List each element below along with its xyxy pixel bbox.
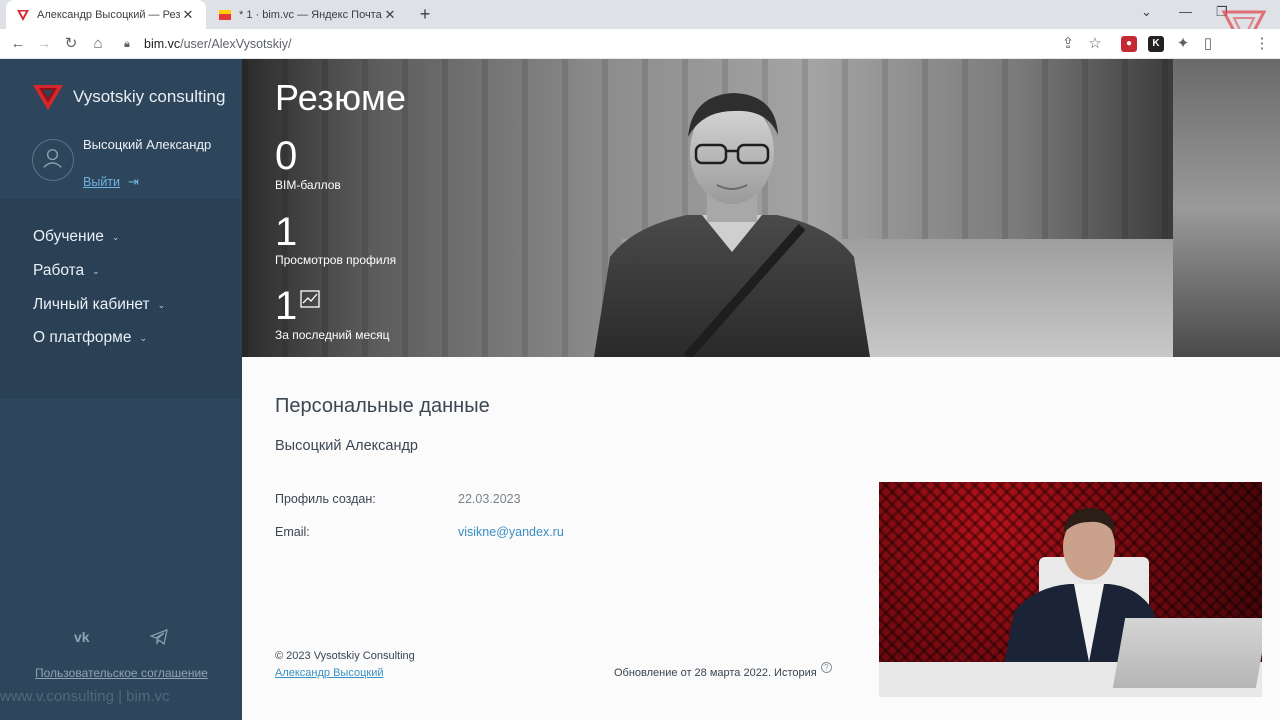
logout-label: Выйти — [83, 175, 121, 189]
menu-item-label: Обучение — [33, 228, 104, 245]
email-link[interactable]: visikne@yandex.ru — [458, 525, 564, 539]
user-name: Высоцкий Александр — [83, 137, 212, 152]
menu-item-work[interactable]: Работа ⌄ — [33, 262, 100, 280]
section-title: Персональные данные — [275, 395, 490, 417]
puzzle-icon[interactable]: ✦ — [1173, 34, 1193, 54]
site-logo-icon — [17, 9, 29, 21]
star-icon[interactable]: ☆ — [1085, 34, 1105, 54]
chevron-down-icon: ⌄ — [157, 299, 166, 310]
telegram-icon[interactable] — [150, 629, 168, 645]
copyright: © 2023 Vysotskiy Consulting — [275, 650, 415, 662]
tab-title: * 1 · bim.vc — Яндекс Почта — [239, 8, 382, 21]
main-menu: Обучение ⌄ Работа ⌄ Личный кабинет ⌄ О п… — [0, 199, 242, 399]
menu-item-label: Личный кабинет — [33, 296, 150, 313]
chevron-down-icon: ⌄ — [139, 332, 147, 343]
update-info: Обновление от 28 марта 2022. История ? — [614, 661, 832, 679]
laptop — [1112, 618, 1262, 688]
stat-month-views-label: За последний месяц — [275, 328, 390, 342]
home-icon[interactable]: ⌂ — [88, 34, 108, 54]
browser-tab-mail[interactable]: * 1 · bim.vc — Яндекс Почта ✕ — [208, 0, 408, 29]
tab-search-icon[interactable]: ⌄ — [1141, 4, 1152, 20]
profile-created-label: Профиль создан: — [275, 492, 376, 506]
stat-profile-views-value: 1 — [275, 210, 298, 254]
webcam-overlay — [879, 482, 1262, 697]
side-panel-icon[interactable]: ▯ — [1198, 34, 1218, 54]
logout-link[interactable]: Выйти ⇥ — [83, 174, 139, 190]
minimize-icon[interactable]: — — [1179, 4, 1192, 19]
address-bar[interactable]: 🔒︎ bim.vc/user/AlexVysotskiy/ — [124, 32, 1124, 56]
chevron-down-icon: ⌄ — [111, 231, 120, 242]
brand[interactable]: Vysotskiy consulting — [32, 83, 225, 111]
mail-icon — [219, 9, 231, 20]
stat-profile-views-label: Просмотров профиля — [275, 253, 397, 267]
email-label: Email: — [275, 525, 310, 539]
menu-item-learning[interactable]: Обучение ⌄ — [33, 228, 119, 246]
menu-item-account[interactable]: Личный кабинет ⌄ — [33, 296, 165, 314]
page-title: Резюме — [275, 77, 407, 118]
avatar[interactable] — [32, 139, 74, 181]
back-arrow-icon[interactable]: ← — [8, 34, 28, 54]
stat-month-views-value: 1 — [275, 284, 298, 328]
question-icon[interactable]: ? — [820, 661, 832, 673]
sidebar: Vysotskiy consulting Высоцкий Александр … — [0, 59, 242, 720]
share-icon[interactable]: ⇪ — [1058, 34, 1078, 54]
tab-title: Александр Высоцкий — Резюме — [37, 8, 180, 21]
chevron-down-icon: ⌄ — [92, 265, 100, 276]
menu-item-label: Работа — [33, 262, 85, 279]
stat-bim-points-label: BIM-баллов — [275, 178, 341, 192]
user-icon — [43, 149, 62, 168]
hero-banner: Резюме 0 BIM-баллов 1 Просмотров профиля… — [242, 59, 1280, 357]
new-tab-button[interactable]: + — [416, 4, 434, 24]
browser-toolbar: ← → ↻ ⌂ 🔒︎ bim.vc/user/AlexVysotskiy/ ⇪ … — [0, 29, 1280, 59]
author-link[interactable]: Александр Высоцкий — [275, 667, 383, 679]
user-agreement-link[interactable]: Пользовательское соглашение — [35, 666, 208, 680]
browser-tab-active[interactable]: Александр Высоцкий — Резюме ✕ — [6, 0, 206, 29]
profile-created-value: 22.03.2023 — [458, 492, 521, 506]
brand-logo-icon — [33, 85, 63, 110]
browser-tab-bar: Александр Высоцкий — Резюме ✕ * 1 · bim.… — [0, 0, 1280, 52]
vk-icon[interactable]: vk — [74, 629, 90, 645]
extension-k-icon[interactable]: K — [1148, 36, 1164, 52]
chart-icon[interactable] — [300, 290, 320, 308]
profile-photo — [594, 93, 870, 357]
close-tab-icon[interactable]: ✕ — [382, 7, 398, 23]
close-tab-icon[interactable]: ✕ — [180, 7, 196, 23]
reload-icon[interactable]: ↻ — [61, 34, 81, 54]
logout-arrow-icon: ⇥ — [128, 174, 139, 189]
menu-dots-icon[interactable]: ⋮ — [1252, 34, 1272, 54]
brand-name: Vysotskiy consulting — [73, 87, 226, 106]
hero-side-photo — [1173, 59, 1280, 357]
lock-icon: 🔒︎ — [124, 37, 130, 50]
menu-item-label: О платформе — [33, 329, 132, 346]
url-host: bim.vc — [144, 37, 181, 51]
url-path: /user/AlexVysotskiy/ — [180, 37, 292, 51]
extension-red-icon[interactable]: ● — [1121, 36, 1137, 52]
menu-item-platform[interactable]: О платформе ⌄ — [33, 329, 147, 347]
forward-arrow-icon[interactable]: → — [34, 34, 54, 54]
update-text[interactable]: Обновление от 28 марта 2022. История — [614, 667, 817, 679]
full-name: Высоцкий Александр — [275, 438, 418, 454]
video-watermark: www.v.consulting | bim.vc — [0, 688, 170, 705]
stat-bim-points-value: 0 — [275, 134, 298, 178]
